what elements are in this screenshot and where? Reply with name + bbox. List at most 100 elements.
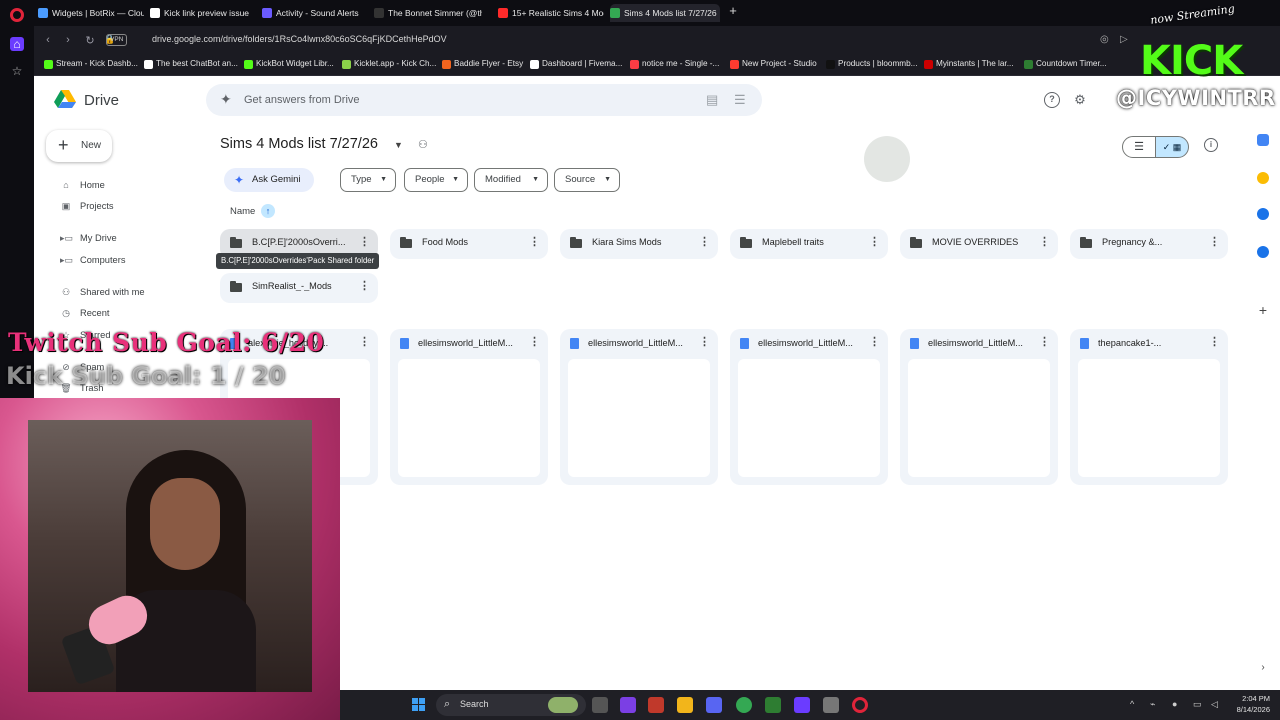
volume-icon[interactable]: ◁ <box>1211 699 1218 710</box>
clock[interactable]: 2:04 PM 8/14/2026 <box>1226 693 1270 715</box>
more-options-icon[interactable]: ⋮ <box>1209 235 1220 248</box>
filter-type[interactable]: Type ▼ <box>340 168 396 192</box>
bookmark-kicklet[interactable]: Kicklet.app - Kick Ch... <box>342 59 436 69</box>
grid-view-icon[interactable]: ✓ ▦ <box>1155 136 1189 158</box>
file-card[interactable]: thepancake1-... ⋮ <box>1070 329 1228 485</box>
app-grid-icon[interactable] <box>794 697 810 713</box>
search-input[interactable]: Get answers from Drive <box>244 94 360 106</box>
tab-bonnet-simmer[interactable]: The Bonnet Simmer (@th <box>374 4 482 22</box>
filter-modified[interactable]: Modified ▼ <box>474 168 548 192</box>
new-button[interactable]: + New <box>46 130 112 162</box>
more-options-icon[interactable]: ⋮ <box>359 279 370 292</box>
bookmark-chatbot[interactable]: The best ChatBot an... <box>144 59 238 69</box>
home-icon[interactable]: ⌂ <box>10 37 24 51</box>
windows-start-icon[interactable] <box>412 698 426 712</box>
display-icon[interactable]: ▭ <box>1193 699 1202 710</box>
nav-home[interactable]: ⌂ Home <box>60 177 105 193</box>
tasks-icon[interactable] <box>1257 208 1269 220</box>
folder-item[interactable]: Maplebell traits ⋮ <box>730 229 888 259</box>
new-tab-button[interactable]: + <box>727 4 739 17</box>
discord-icon[interactable] <box>706 697 722 713</box>
url-field[interactable]: drive.google.com/drive/folders/1RsCo4lwn… <box>152 34 447 44</box>
bookmark-baddie-flyer[interactable]: Baddie Flyer - Etsy <box>442 59 523 69</box>
back-icon[interactable]: ‹ <box>42 34 54 46</box>
search-icon[interactable]: ✦ <box>220 91 232 108</box>
folder-item[interactable]: Food Mods ⋮ <box>390 229 548 259</box>
bookmark-fivem[interactable]: Dashboard | Fivema... <box>530 59 622 69</box>
tab-botrix[interactable]: Widgets | BotRix — Cloud <box>38 4 144 22</box>
more-options-icon[interactable]: ⋮ <box>699 335 710 348</box>
excel-icon[interactable] <box>765 697 781 713</box>
folder-item[interactable]: Pregnancy &... ⋮ <box>1070 229 1228 259</box>
task-view-icon[interactable] <box>592 697 608 713</box>
folder-title[interactable]: Sims 4 Mods list 7/27/26 <box>220 136 378 152</box>
list-view-icon[interactable]: ☰ <box>1122 136 1156 158</box>
file-card[interactable]: ellesimsworld_LittleM... ⋮ <box>390 329 548 485</box>
more-options-icon[interactable]: ⋮ <box>1039 335 1050 348</box>
tab-sims-mods-drive[interactable]: Sims 4 Mods list 7/27/26 <box>610 4 720 22</box>
filter-options-icon[interactable]: ☰ <box>734 92 746 108</box>
more-options-icon[interactable]: ⋮ <box>1209 335 1220 348</box>
settings-gear-icon[interactable]: ⚙ <box>1072 92 1088 108</box>
keep-icon[interactable] <box>1257 172 1269 184</box>
nav-shared-with-me[interactable]: ⚇ Shared with me <box>60 284 145 300</box>
contacts-icon[interactable] <box>1257 246 1269 258</box>
app-icon[interactable] <box>648 697 664 713</box>
nav-computers[interactable]: ▸▭ Computers <box>60 252 125 268</box>
more-options-icon[interactable]: ⋮ <box>869 335 880 348</box>
nav-my-drive[interactable]: ▸▭ My Drive <box>60 230 117 246</box>
forward-icon[interactable]: › <box>62 34 74 46</box>
taskbar-search[interactable]: ⌕ Search <box>436 694 586 716</box>
chrome-icon[interactable] <box>736 697 752 713</box>
filter-people[interactable]: People ▼ <box>404 168 468 192</box>
copilot-icon[interactable] <box>620 697 636 713</box>
bookmark-kickbot[interactable]: KickBot Widget Libr... <box>244 59 334 69</box>
file-explorer-icon[interactable] <box>677 697 693 713</box>
vpn-badge[interactable]: VPN <box>106 34 128 46</box>
more-options-icon[interactable]: ⋮ <box>529 235 540 248</box>
sort-ascending-icon[interactable]: ↑ <box>261 204 275 218</box>
mic-icon[interactable]: ● <box>1172 699 1177 709</box>
reload-icon[interactable]: ↻ <box>84 34 96 47</box>
calendar-icon[interactable] <box>1257 134 1269 146</box>
more-options-icon[interactable]: ⋮ <box>1039 235 1050 248</box>
sort-by-name[interactable]: Name <box>230 206 255 217</box>
more-options-icon[interactable]: ⋮ <box>699 235 710 248</box>
nav-projects[interactable]: ▣ Projects <box>60 198 114 214</box>
bookmark-notice-me[interactable]: notice me - Single -... <box>630 59 719 69</box>
bookmark-bloom[interactable]: Products | bloommb... <box>826 59 917 69</box>
bookmark-countdown[interactable]: Countdown Timer... <box>1024 59 1107 69</box>
star-icon[interactable]: ☆ <box>10 64 24 78</box>
network-icon[interactable]: ⌁ <box>1150 699 1155 710</box>
drive-status-icon[interactable]: ▤ <box>706 92 718 108</box>
info-icon[interactable]: i <box>1204 138 1218 152</box>
file-card[interactable]: ellesimsworld_LittleM... ⋮ <box>730 329 888 485</box>
shared-people-icon[interactable]: ⚇ <box>418 138 428 151</box>
file-card[interactable]: ellesimsworld_LittleM... ⋮ <box>560 329 718 485</box>
play-icon[interactable]: ▷ <box>1120 34 1128 45</box>
bookmark-myinstants[interactable]: Myinstants | The lar... <box>924 59 1014 69</box>
bookmark-kick-dashboard[interactable]: Stream - Kick Dashb... <box>44 59 138 69</box>
nav-recent[interactable]: ◷ Recent <box>60 305 109 321</box>
opera-icon[interactable] <box>852 697 868 713</box>
expand-panel-icon[interactable]: › <box>1257 662 1269 674</box>
tab-kick-link[interactable]: Kick link preview issue <box>150 4 254 22</box>
more-options-icon[interactable]: ⋮ <box>869 235 880 248</box>
add-addon-icon[interactable]: + <box>1257 303 1269 317</box>
camera-icon[interactable]: ◎ <box>1100 34 1109 45</box>
bookmark-studio[interactable]: New Project - Studio <box>730 59 817 69</box>
folder-item[interactable]: Kiara Sims Mods ⋮ <box>560 229 718 259</box>
opera-logo-icon[interactable] <box>10 8 24 22</box>
search-bar[interactable]: ✦ Get answers from Drive ▤ ☰ <box>206 84 762 116</box>
tray-chevron-icon[interactable]: ^ <box>1130 699 1134 709</box>
help-icon[interactable]: ? <box>1044 92 1060 108</box>
folder-item[interactable]: MOVIE OVERRIDES ⋮ <box>900 229 1058 259</box>
file-card[interactable]: ellesimsworld_LittleM... ⋮ <box>900 329 1058 485</box>
settings-icon[interactable] <box>823 697 839 713</box>
tab-realistic-mods[interactable]: 15+ Realistic Sims 4 Mod <box>498 4 604 22</box>
folder-item[interactable]: SimRealist_-_Mods ⋮ <box>220 273 378 303</box>
more-options-icon[interactable]: ⋮ <box>359 335 370 348</box>
ask-gemini-button[interactable]: ✦ Ask Gemini <box>224 168 314 192</box>
more-options-icon[interactable]: ⋮ <box>529 335 540 348</box>
more-options-icon[interactable]: ⋮ <box>359 235 370 248</box>
